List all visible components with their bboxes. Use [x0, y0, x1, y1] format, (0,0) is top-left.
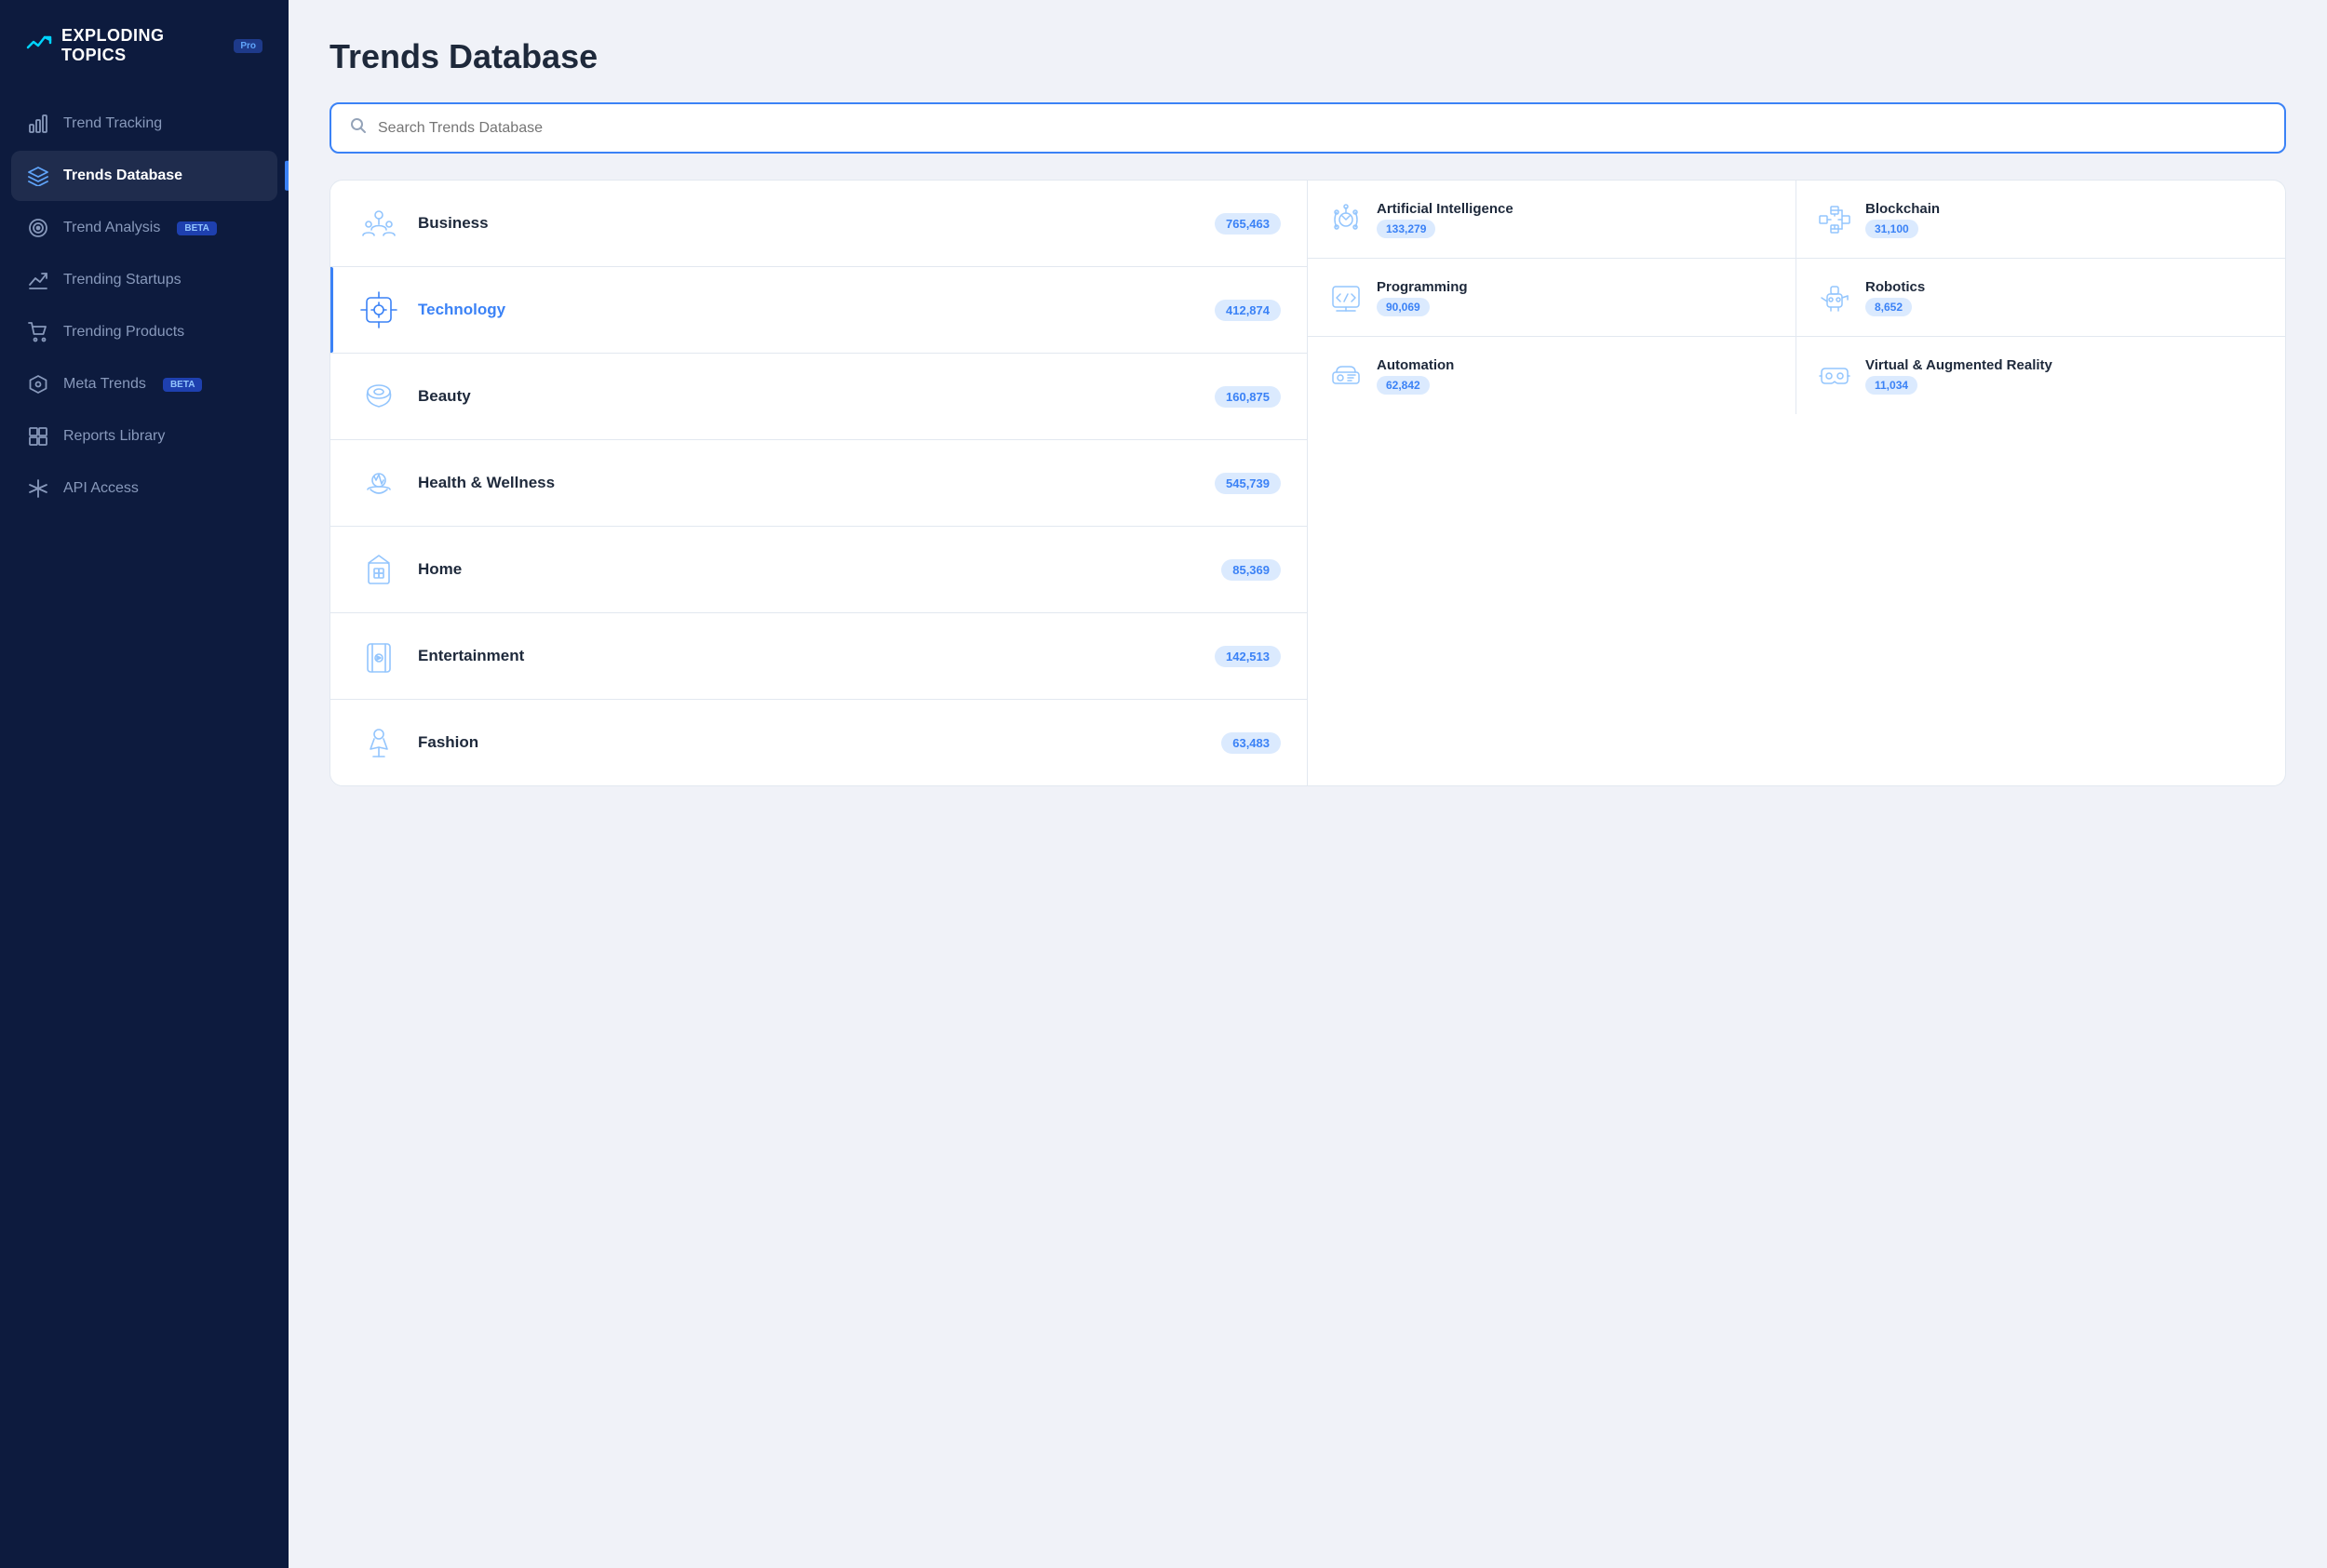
right-row-3: Automation 62,842 [1308, 337, 2285, 414]
sidebar-item-reports-library[interactable]: Reports Library [11, 411, 277, 462]
sidebar-item-api-access-label: API Access [63, 480, 139, 497]
sidebar-item-meta-trends-label: Meta Trends [63, 376, 146, 393]
technology-count: 412,874 [1215, 300, 1281, 321]
health-icon [356, 461, 401, 505]
robotics-count: 8,652 [1865, 298, 1912, 316]
sidebar-item-trending-products[interactable]: Trending Products [11, 307, 277, 357]
sidebar: EXPLODING TOPICS Pro Trend Tracking [0, 0, 289, 1568]
category-vr[interactable]: Virtual & Augmented Reality 11,034 [1796, 337, 2285, 414]
category-robotics[interactable]: Robotics 8,652 [1796, 259, 2285, 336]
layers-icon [26, 164, 50, 188]
grid-icon [26, 424, 50, 449]
technology-icon [356, 288, 401, 332]
search-bar[interactable] [330, 102, 2286, 154]
automation-icon [1328, 358, 1364, 394]
right-categories: Artificial Intelligence 133,279 [1308, 181, 2285, 785]
meta-trends-beta-badge: BETA [163, 378, 202, 392]
logo-badge: Pro [234, 39, 262, 53]
sidebar-item-trend-tracking[interactable]: Trend Tracking [11, 99, 277, 149]
sidebar-item-trends-database-label: Trends Database [63, 168, 182, 184]
main-content: Trends Database [289, 0, 2327, 1568]
line-chart-icon [26, 268, 50, 292]
nav-items: Trend Tracking Trends Database [0, 99, 289, 514]
fashion-count: 63,483 [1221, 732, 1281, 754]
page-title: Trends Database [330, 37, 2286, 76]
business-count: 765,463 [1215, 213, 1281, 235]
right-row-2: Programming 90,069 [1308, 259, 2285, 337]
sidebar-item-trend-tracking-label: Trend Tracking [63, 115, 162, 132]
categories-container: Business 765,463 [330, 180, 2286, 786]
vr-count: 11,034 [1865, 376, 1917, 395]
sidebar-item-meta-trends[interactable]: Meta Trends BETA [11, 359, 277, 409]
category-programming[interactable]: Programming 90,069 [1308, 259, 1796, 336]
category-blockchain[interactable]: Blockchain 31,100 [1796, 181, 2285, 258]
automation-count: 62,842 [1377, 376, 1430, 395]
entertainment-icon [356, 634, 401, 678]
sidebar-item-trend-analysis[interactable]: Trend Analysis BETA [11, 203, 277, 253]
entertainment-name: Entertainment [418, 647, 1198, 665]
category-beauty[interactable]: Beauty 160,875 [330, 354, 1307, 440]
logo-icon [26, 33, 52, 59]
sidebar-item-trend-analysis-label: Trend Analysis [63, 220, 160, 236]
ai-icon [1328, 202, 1364, 237]
right-row-1: Artificial Intelligence 133,279 [1308, 181, 2285, 259]
trend-analysis-beta-badge: BETA [177, 221, 216, 235]
ai-name: Artificial Intelligence [1377, 201, 1775, 217]
health-count: 545,739 [1215, 473, 1281, 494]
home-name: Home [418, 560, 1204, 579]
ai-count: 133,279 [1377, 220, 1435, 238]
vr-icon [1817, 358, 1852, 394]
sidebar-item-trends-database[interactable]: Trends Database [11, 151, 277, 201]
search-input[interactable] [378, 120, 2266, 137]
category-home[interactable]: Home 85,369 [330, 527, 1307, 613]
hexagon-icon [26, 372, 50, 396]
sidebar-item-api-access[interactable]: API Access [11, 463, 277, 514]
home-count: 85,369 [1221, 559, 1281, 581]
sidebar-item-trending-startups-label: Trending Startups [63, 272, 182, 288]
category-automation[interactable]: Automation 62,842 [1308, 337, 1796, 414]
sidebar-item-trending-startups[interactable]: Trending Startups [11, 255, 277, 305]
programming-name: Programming [1377, 279, 1775, 295]
vr-name: Virtual & Augmented Reality [1865, 357, 2265, 373]
asterisk-icon [26, 476, 50, 501]
target-icon [26, 216, 50, 240]
category-technology[interactable]: Technology 412,874 [330, 267, 1307, 354]
cart-icon [26, 320, 50, 344]
category-ai[interactable]: Artificial Intelligence 133,279 [1308, 181, 1796, 258]
category-fashion[interactable]: Fashion 63,483 [330, 700, 1307, 785]
technology-name: Technology [418, 301, 1198, 319]
category-business[interactable]: Business 765,463 [330, 181, 1307, 267]
fashion-name: Fashion [418, 733, 1204, 752]
sidebar-item-trending-products-label: Trending Products [63, 324, 184, 341]
blockchain-icon [1817, 202, 1852, 237]
automation-name: Automation [1377, 357, 1775, 373]
search-icon [350, 117, 367, 139]
beauty-name: Beauty [418, 387, 1198, 406]
programming-count: 90,069 [1377, 298, 1430, 316]
beauty-icon [356, 374, 401, 419]
fashion-icon [356, 720, 401, 765]
beauty-count: 160,875 [1215, 386, 1281, 408]
robotics-name: Robotics [1865, 279, 2265, 295]
logo: EXPLODING TOPICS Pro [0, 26, 289, 99]
sidebar-item-reports-library-label: Reports Library [63, 428, 165, 445]
health-name: Health & Wellness [418, 474, 1198, 492]
robotics-icon [1817, 280, 1852, 315]
left-categories: Business 765,463 [330, 181, 1308, 785]
business-name: Business [418, 214, 1198, 233]
chart-icon [26, 112, 50, 136]
logo-text: EXPLODING TOPICS [61, 26, 221, 65]
blockchain-name: Blockchain [1865, 201, 2265, 217]
entertainment-count: 142,513 [1215, 646, 1281, 667]
category-health-wellness[interactable]: Health & Wellness 545,739 [330, 440, 1307, 527]
business-icon [356, 201, 401, 246]
category-entertainment[interactable]: Entertainment 142,513 [330, 613, 1307, 700]
blockchain-count: 31,100 [1865, 220, 1918, 238]
home-icon [356, 547, 401, 592]
programming-icon [1328, 280, 1364, 315]
